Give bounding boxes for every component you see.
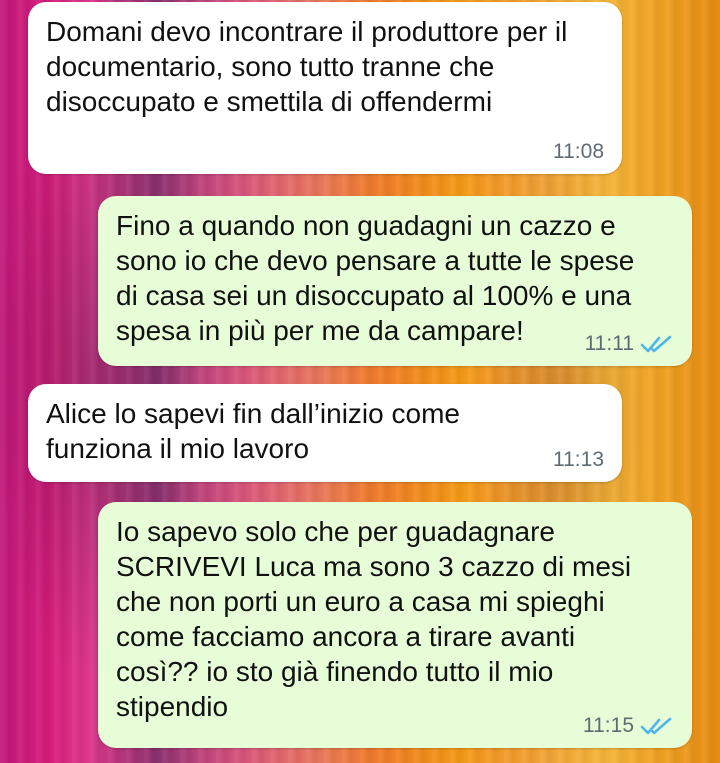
- double-check-read-icon: [640, 335, 672, 353]
- message-bubble-outgoing[interactable]: Io sapevo solo che per guadagnare SCRIVE…: [98, 502, 692, 748]
- message-text: Domani devo incontrare il produttore per…: [46, 16, 568, 117]
- message-meta: 11:08: [553, 140, 604, 164]
- message-text: Fino a quando non guadagni un cazzo e so…: [116, 210, 635, 346]
- message-text: Io sapevo solo che per guadagnare SCRIVE…: [116, 516, 632, 722]
- message-time: 11:15: [583, 714, 634, 737]
- message-time: 11:13: [553, 448, 604, 471]
- message-bubble-incoming[interactable]: Domani devo incontrare il produttore per…: [28, 2, 622, 174]
- message-meta: 11:13: [553, 448, 604, 472]
- double-check-read-icon: [640, 717, 672, 735]
- message-meta: 11:11: [585, 332, 674, 356]
- message-bubble-outgoing[interactable]: Fino a quando non guadagni un cazzo e so…: [98, 196, 692, 366]
- message-bubble-incoming[interactable]: Alice lo sapevi fin dall’inizio come fun…: [28, 384, 622, 482]
- message-time: 11:08: [553, 140, 604, 163]
- message-list[interactable]: Domani devo incontrare il produttore per…: [0, 0, 720, 763]
- message-text: Alice lo sapevi fin dall’inizio come fun…: [46, 398, 460, 464]
- message-meta: 11:15: [583, 714, 674, 738]
- message-time: 11:11: [584, 332, 634, 355]
